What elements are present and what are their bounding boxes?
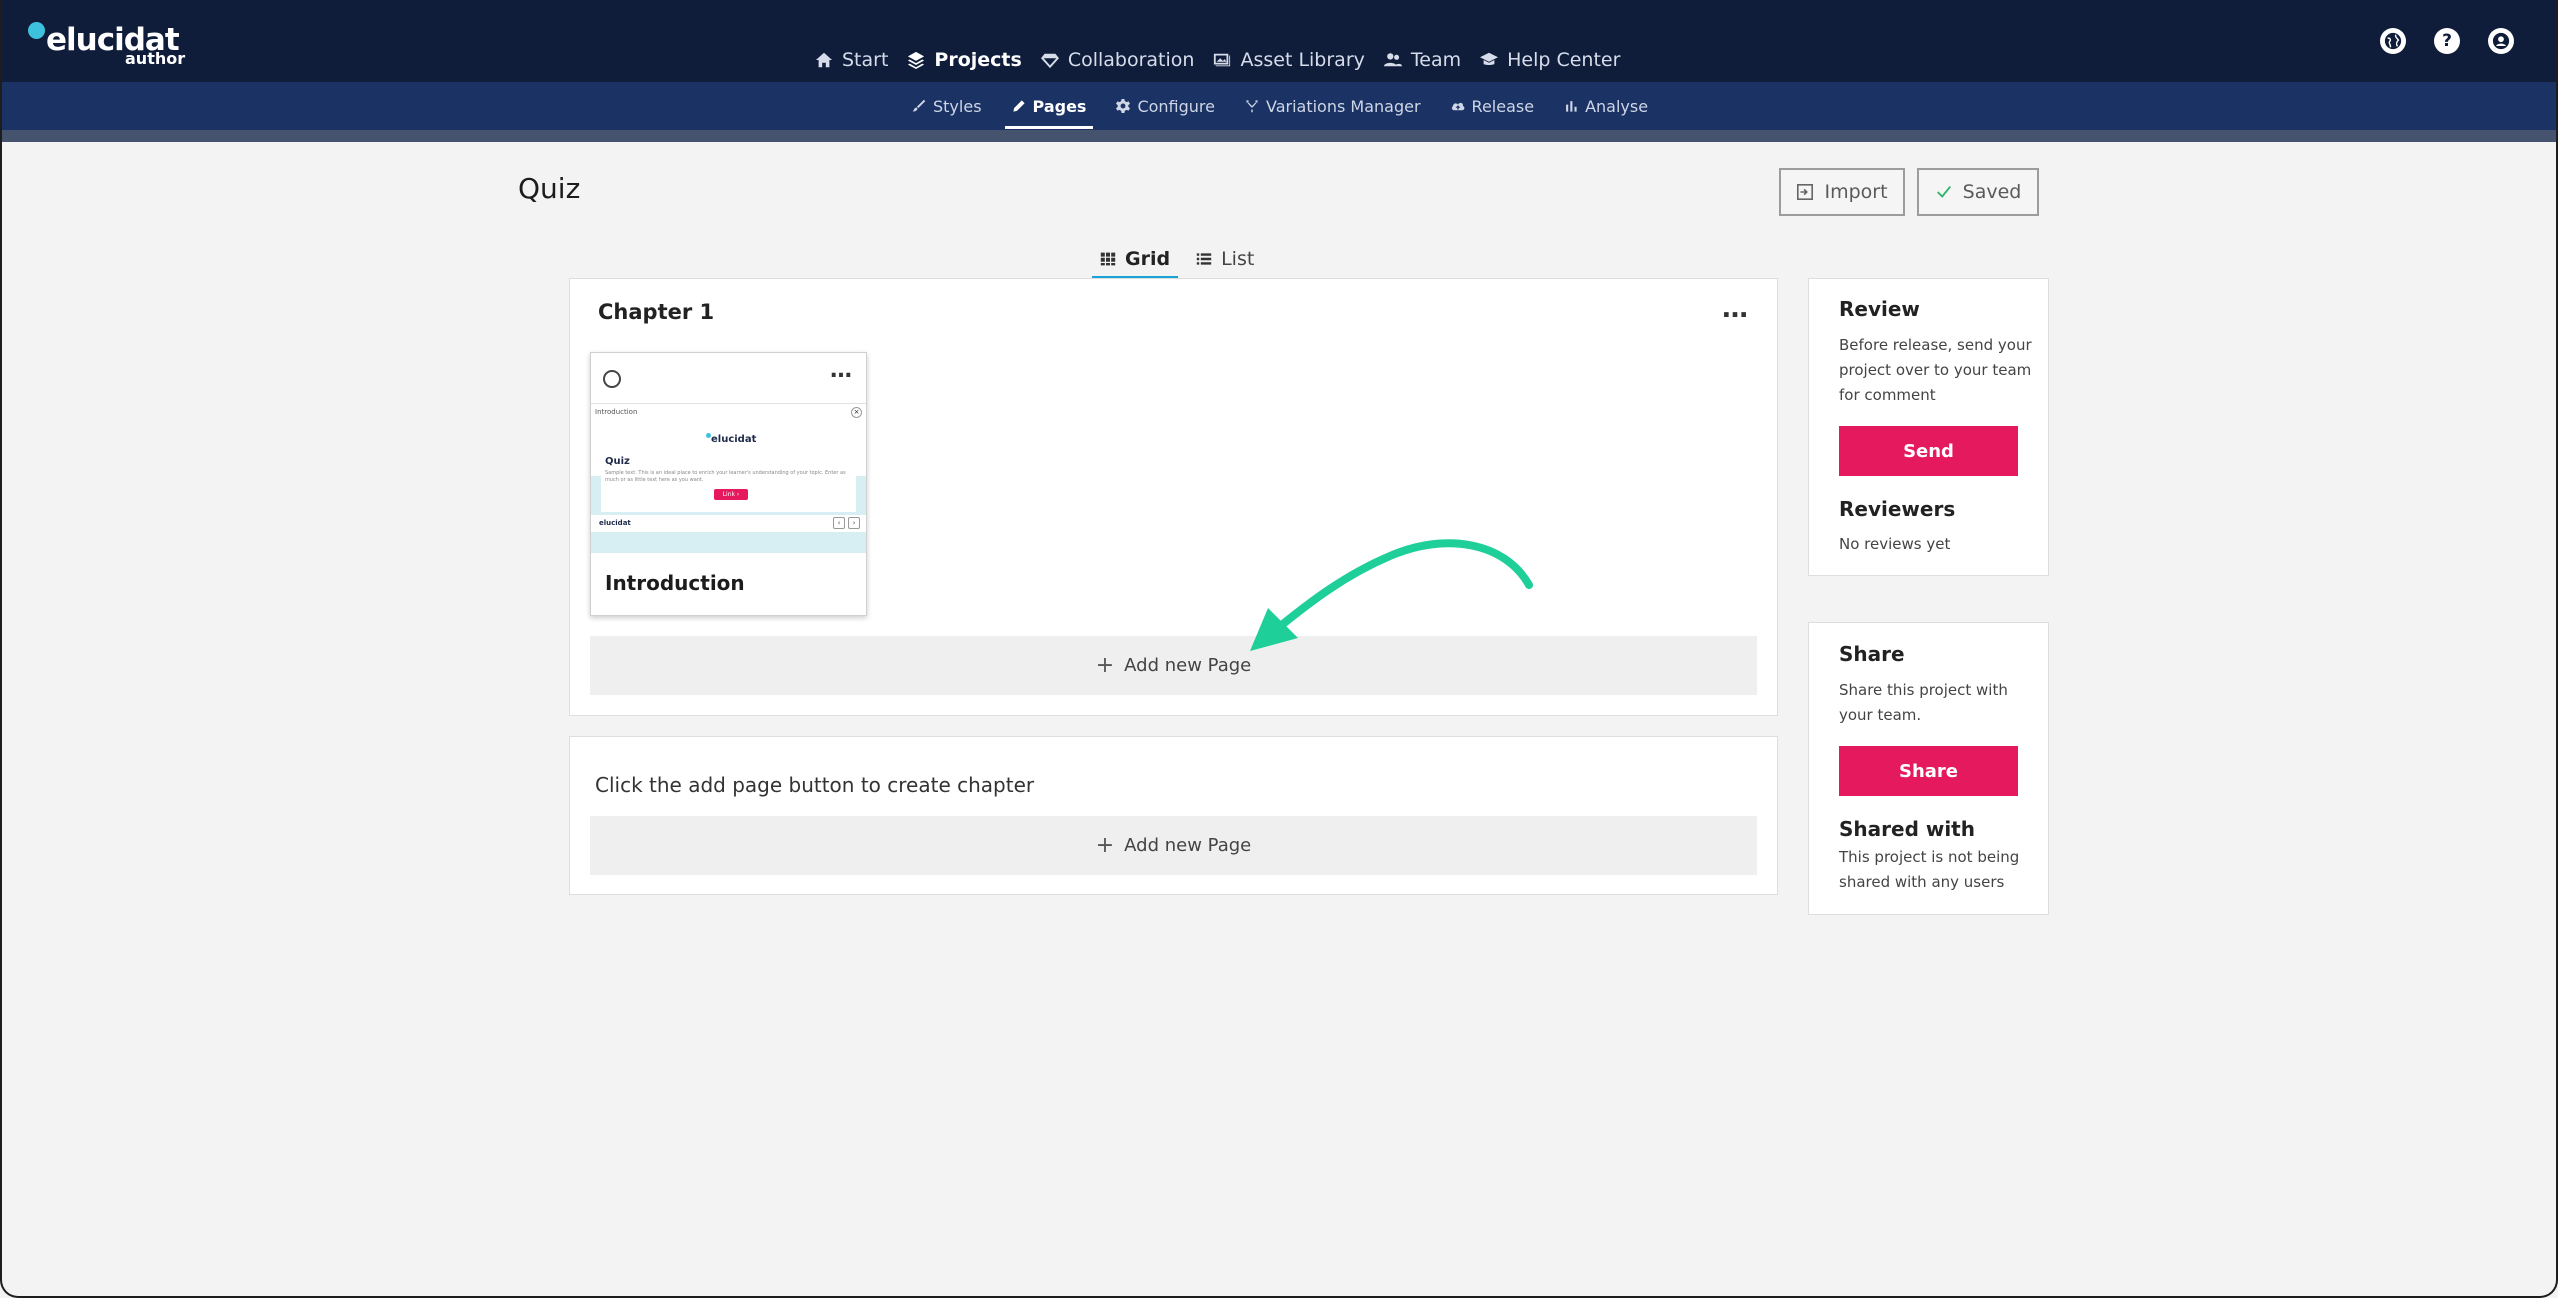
nav-item-label: Asset Library (1240, 49, 1365, 71)
main-nav: Start Projects Collaboration Asset Libra… (815, 44, 1639, 76)
users-icon (1383, 53, 1402, 67)
nav-item-team[interactable]: Team (1383, 44, 1480, 76)
subnav-item-configure[interactable]: Configure (1101, 82, 1230, 130)
plus-icon: + (1095, 833, 1115, 858)
nav-item-label: Team (1410, 49, 1462, 71)
subnav-item-release[interactable]: Release (1436, 82, 1550, 130)
plus-icon: + (1095, 653, 1115, 678)
chapter-title[interactable]: Chapter 1 (598, 300, 714, 324)
subnav-item-variations-manager[interactable]: Variations Manager (1230, 82, 1436, 130)
account-glyph (2492, 32, 2510, 50)
subnav-item-label: Configure (1137, 96, 1215, 116)
page-more-button[interactable]: … (830, 360, 852, 382)
images-icon (1214, 53, 1231, 67)
thumb-heading: Quiz (605, 456, 630, 467)
sub-navbar-shadow (0, 130, 2558, 142)
account-icon[interactable] (2488, 28, 2514, 54)
help-icon[interactable]: ? (2434, 28, 2460, 54)
review-description: Before release, send your project over t… (1839, 336, 2032, 404)
tab-grid[interactable]: Grid (1092, 240, 1179, 280)
page-card[interactable]: … Introduction × elucidat Quiz Sample te… (590, 352, 867, 616)
empty-chapter-hint: Click the add page button to create chap… (595, 773, 1035, 797)
nav-item-projects[interactable]: Projects (907, 44, 1040, 76)
saved-button[interactable]: Saved (1917, 168, 2039, 216)
nav-item-label: Projects (934, 49, 1022, 71)
pencil-icon (1012, 100, 1025, 112)
add-new-page-button[interactable]: + Add new Page (590, 636, 1757, 695)
subnav-item-analyse[interactable]: Analyse (1549, 82, 1663, 130)
sub-nav: Styles Pages Configure Variations Manage… (897, 82, 1663, 130)
subnav-item-label: Release (1471, 96, 1535, 116)
thumb-bottom-band (591, 532, 866, 553)
import-label: Import (1824, 181, 1888, 203)
bar-chart-icon (1566, 101, 1577, 112)
diamond-icon (1040, 53, 1059, 69)
saved-label: Saved (1962, 181, 2022, 203)
page-card-title: Introduction (605, 571, 745, 595)
share-button[interactable]: Share (1839, 746, 2018, 796)
thumb-close-icon: × (851, 407, 862, 418)
layers-icon (908, 51, 925, 69)
subnav-item-label: Variations Manager (1266, 96, 1421, 116)
nav-item-label: Start (842, 49, 889, 71)
thumb-link-button: Link › (714, 489, 748, 500)
share-heading: Share (1839, 642, 1905, 666)
thumb-divider (591, 512, 866, 515)
import-button[interactable]: Import (1779, 168, 1905, 216)
subnav-item-label: Analyse (1585, 96, 1649, 116)
chapter-more-button[interactable]: … (1722, 296, 1749, 322)
thumb-page-label: Introduction (595, 408, 638, 416)
reviewers-status: No reviews yet (1839, 535, 1951, 553)
cloud-upload-icon (1451, 102, 1464, 111)
add-new-page-button[interactable]: + Add new Page (590, 816, 1757, 875)
subnav-item-label: Styles (933, 96, 982, 116)
fork-icon (1246, 100, 1258, 113)
send-button[interactable]: Send (1839, 426, 2018, 476)
subnav-item-label: Pages (1032, 96, 1087, 116)
check-icon (1936, 186, 1951, 198)
nav-item-collaboration[interactable]: Collaboration (1040, 44, 1214, 76)
logo-subtitle: author (125, 49, 186, 68)
tab-label: Grid (1125, 248, 1171, 270)
reviewers-heading: Reviewers (1839, 497, 1956, 521)
review-heading: Review (1839, 297, 1920, 321)
page-title: Quiz (518, 172, 581, 205)
nav-item-help-center[interactable]: Help Center (1480, 44, 1639, 76)
thumb-logo: elucidat (705, 433, 757, 445)
nav-item-label: Help Center (1507, 49, 1621, 71)
page-select-radio[interactable] (603, 370, 621, 388)
globe-glyph (2384, 32, 2402, 50)
gear-icon (1116, 99, 1131, 113)
add-page-label: Add new Page (1124, 835, 1252, 856)
view-tabs: Grid List (1092, 240, 1272, 280)
logo-dot (28, 22, 45, 39)
thumb-next-icon: › (848, 517, 860, 529)
tab-list[interactable]: List (1188, 240, 1262, 278)
shared-with-heading: Shared with (1839, 817, 1975, 841)
brush-icon (912, 99, 926, 112)
globe-icon[interactable] (2380, 28, 2406, 54)
graduation-cap-icon (1480, 52, 1499, 65)
thumb-footer-logo: elucidat (599, 519, 631, 527)
nav-item-start[interactable]: Start (815, 44, 907, 76)
thumb-body-text: Sample text. This is an ideal place to e… (605, 470, 846, 483)
tab-label: List (1221, 248, 1255, 270)
share-description: Share this project with your team. (1839, 681, 2008, 724)
shared-with-status: This project is not being shared with an… (1839, 848, 2020, 891)
subnav-item-pages[interactable]: Pages (997, 82, 1102, 130)
nav-item-asset-library[interactable]: Asset Library (1213, 44, 1383, 76)
page-thumbnail: Introduction × elucidat Quiz Sample text… (591, 403, 866, 553)
annotation-arrow (1250, 539, 1533, 651)
nav-item-label: Collaboration (1067, 49, 1195, 71)
subnav-item-styles[interactable]: Styles (897, 82, 997, 130)
home-icon (815, 52, 833, 68)
grid-icon (1100, 252, 1116, 266)
import-icon (1797, 183, 1814, 201)
list-icon (1196, 253, 1212, 265)
thumb-prev-icon: ‹ (833, 517, 845, 529)
